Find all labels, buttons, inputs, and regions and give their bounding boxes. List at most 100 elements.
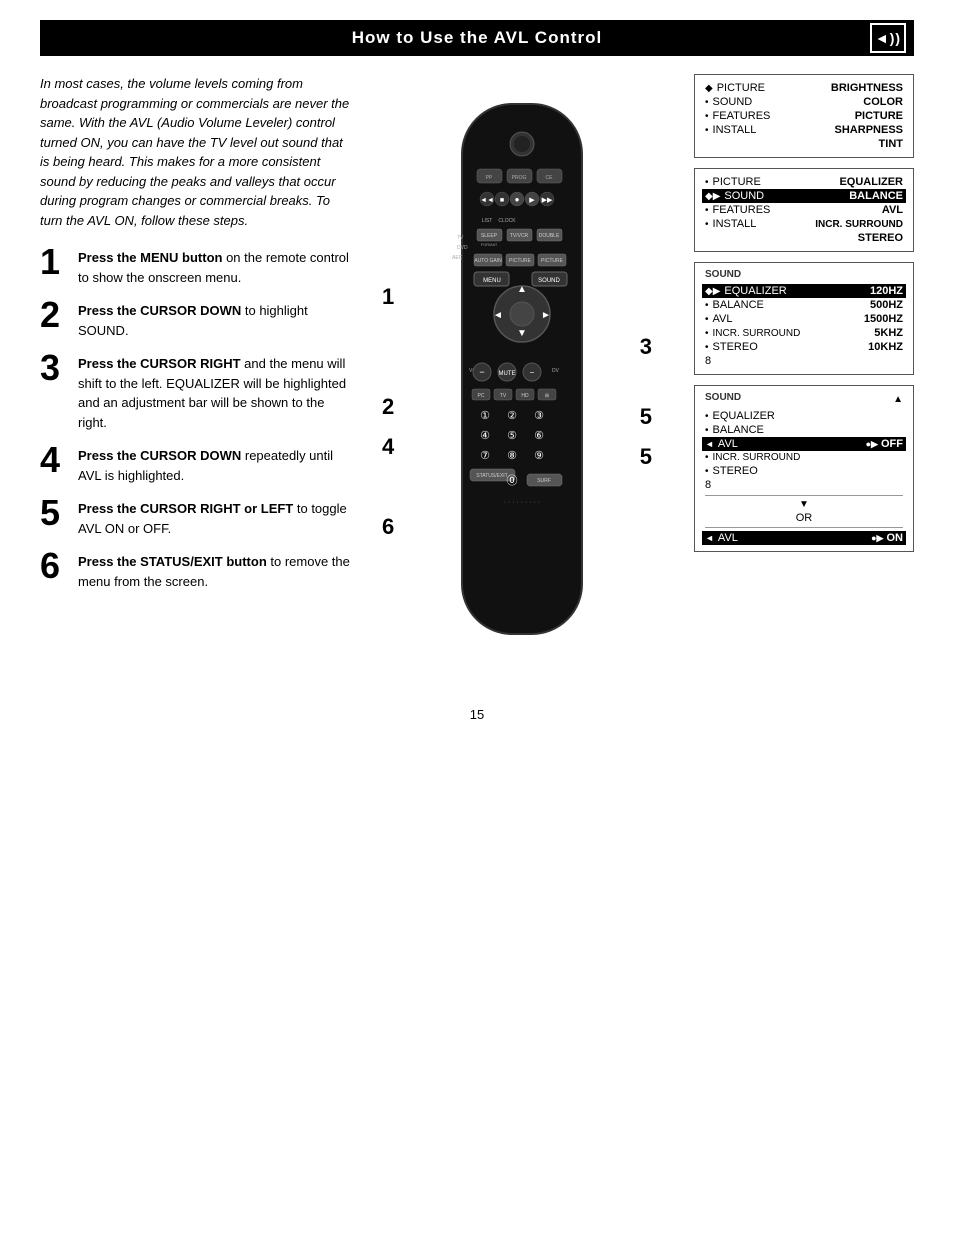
step-6-number: 6 <box>40 548 68 584</box>
step-2-text: Press the CURSOR DOWN to highlight SOUND… <box>78 301 350 340</box>
step-label-5-top: 5 <box>640 404 652 430</box>
menu1-features: • FEATURES <box>705 110 770 122</box>
step-label-2: 2 <box>382 394 394 420</box>
menu3-row-8: 8 <box>705 354 903 368</box>
svg-text:◄◄: ◄◄ <box>480 197 494 204</box>
svg-text:④: ④ <box>480 430 490 442</box>
svg-text:SLEEP: SLEEP <box>481 233 498 239</box>
menu1-row-features: • FEATURES PICTURE <box>705 109 903 123</box>
step-2-number: 2 <box>40 297 68 333</box>
menu4-arrow-up: ▲ <box>893 394 903 405</box>
menu4-row-avl-highlighted: ◄ AVL ●▶ OFF <box>702 437 906 451</box>
step-label-5-bot: 5 <box>640 444 652 470</box>
down-arrow: ▼ <box>705 499 903 510</box>
menu-screen-3: SOUND ◆▶ EQUALIZER 120HZ • BALANCE 500HZ <box>694 262 914 375</box>
menu4-row-stereo: • STEREO <box>705 464 903 478</box>
menu-divider-2 <box>705 527 903 528</box>
svg-text:►: ► <box>541 310 551 321</box>
step-3-bold: Press the CURSOR RIGHT <box>78 356 241 371</box>
step-5-number: 5 <box>40 495 68 531</box>
left-column: In most cases, the volume levels coming … <box>40 74 350 677</box>
menu1-install: • INSTALL <box>705 124 756 136</box>
menu2-row-install: • INSTALL INCR. SURROUND <box>705 217 903 231</box>
step-6-bold: Press the STATUS/EXIT button <box>78 554 267 569</box>
step-1-number: 1 <box>40 244 68 280</box>
menu4-row-eq: • EQUALIZER <box>705 409 903 423</box>
svg-text:CE: CE <box>546 175 554 181</box>
svg-text:PICTURE: PICTURE <box>541 258 564 264</box>
menu4-row-incr: • INCR. SURROUND <box>705 451 903 464</box>
step-label-6: 6 <box>382 514 394 540</box>
right-column: ◆ PICTURE BRIGHTNESS • SOUND COLOR • FEA <box>694 74 914 677</box>
svg-text:■: ■ <box>500 197 504 204</box>
step-4-bold: Press the CURSOR DOWN <box>78 448 241 463</box>
menu1-row-tint: TINT <box>705 137 903 151</box>
step-4-text: Press the CURSOR DOWN repeatedly until A… <box>78 446 350 485</box>
menu3-row-balance: • BALANCE 500HZ <box>705 298 903 312</box>
page-number: 15 <box>40 707 914 722</box>
page-header: How to Use the AVL Control ◄)) <box>40 20 914 56</box>
svg-text:−: − <box>479 367 484 377</box>
remote-illustration: 1 2 4 3 5 6 5 <box>422 74 622 677</box>
step-2-bold: Press the CURSOR DOWN <box>78 303 241 318</box>
svg-text:⑨: ⑨ <box>534 450 544 462</box>
svg-text:TV: TV <box>500 393 507 399</box>
menu3-row-stereo: • STEREO 10KHZ <box>705 340 903 354</box>
menu-screen-1: ◆ PICTURE BRIGHTNESS • SOUND COLOR • FEA <box>694 74 914 158</box>
step-3: 3 Press the CURSOR RIGHT and the menu wi… <box>40 354 350 432</box>
svg-text:▶: ▶ <box>529 197 535 204</box>
svg-text:AUTO GAIN: AUTO GAIN <box>474 258 502 264</box>
step-6-text: Press the STATUS/EXIT button to remove t… <box>78 552 350 591</box>
svg-text:PROG: PROG <box>512 175 527 181</box>
svg-text:SOUND: SOUND <box>538 278 560 284</box>
svg-text:⓪: ⓪ <box>507 474 518 487</box>
center-column: 1 2 4 3 5 6 5 <box>370 74 674 677</box>
step-6: 6 Press the STATUS/EXIT button to remove… <box>40 552 350 591</box>
menu2-row-picture: • PICTURE EQUALIZER <box>705 175 903 189</box>
header-title: How to Use the AVL Control <box>352 28 602 47</box>
step-label-3: 3 <box>640 334 652 360</box>
remote-svg: PP PROG CE ◄◄ ■ ● ▶ ▶▶ LIST CLO <box>422 74 622 674</box>
svg-text:⑦: ⑦ <box>480 450 490 462</box>
step-label-1: 1 <box>382 284 394 310</box>
step-1-text: Press the MENU button on the remote cont… <box>78 248 350 287</box>
menu1-row-sound: • SOUND COLOR <box>705 95 903 109</box>
page: How to Use the AVL Control ◄)) In most c… <box>0 0 954 1235</box>
menu1-row-picture: ◆ PICTURE BRIGHTNESS <box>705 81 903 95</box>
menu4-row-avl-on: ◄ AVL ●▶ ON <box>702 531 906 545</box>
menu-screen-4: SOUND ▲ • EQUALIZER • BALANCE <box>694 385 914 552</box>
menu3-row-eq-highlighted: ◆▶ EQUALIZER 120HZ <box>702 284 906 298</box>
menu2-row-features: • FEATURES AVL <box>705 203 903 217</box>
svg-text:⑤: ⑤ <box>507 430 517 442</box>
step-5-text: Press the CURSOR RIGHT or LEFT to toggle… <box>78 499 350 538</box>
step-5-bold: Press the CURSOR RIGHT or LEFT <box>78 501 293 516</box>
step-3-number: 3 <box>40 350 68 386</box>
step-5: 5 Press the CURSOR RIGHT or LEFT to togg… <box>40 499 350 538</box>
step-2: 2 Press the CURSOR DOWN to highlight SOU… <box>40 301 350 340</box>
svg-text:PP: PP <box>486 175 493 181</box>
menu4-title: SOUND <box>705 392 741 403</box>
svg-text:−: − <box>530 368 535 377</box>
svg-text:▶▶: ▶▶ <box>542 197 553 204</box>
svg-text:LIST: LIST <box>482 218 493 224</box>
intro-paragraph: In most cases, the volume levels coming … <box>40 74 350 230</box>
svg-text:⊞: ⊞ <box>545 393 549 399</box>
svg-text:DVD: DVD <box>457 245 468 251</box>
step-label-4: 4 <box>382 434 394 460</box>
menu2-row-sound-highlighted: ◆▶ SOUND BALANCE <box>702 189 906 203</box>
svg-text:TV/VCR: TV/VCR <box>510 233 529 239</box>
menu4-row-8: 8 <box>705 478 903 492</box>
step-1-bold: Press the MENU button <box>78 250 222 265</box>
svg-text:③: ③ <box>534 410 544 422</box>
svg-text:TV: TV <box>457 235 464 241</box>
svg-text:DOUBLE: DOUBLE <box>539 233 560 239</box>
svg-text:HD: HD <box>521 393 529 399</box>
svg-text:FORMAT: FORMAT <box>481 242 498 247</box>
step-4-number: 4 <box>40 442 68 478</box>
menu3-row-incr: • INCR. SURROUND 5KHZ <box>705 326 903 340</box>
svg-text:· · · · · · · · ·: · · · · · · · · · <box>504 499 541 506</box>
svg-text:MUTE: MUTE <box>499 371 516 377</box>
svg-text:◄: ◄ <box>493 310 503 321</box>
svg-text:▼: ▼ <box>517 328 527 339</box>
sound-icon: ◄)) <box>870 23 906 53</box>
